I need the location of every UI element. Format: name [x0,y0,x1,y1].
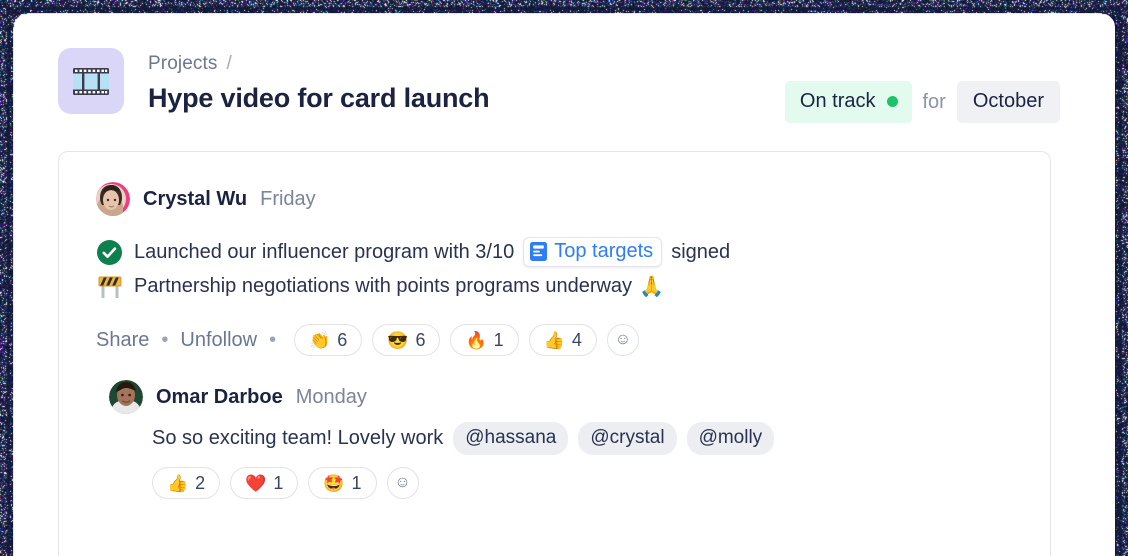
breadcrumb-separator: / [226,53,231,74]
author-timestamp: Friday [260,188,316,211]
pray-emoji: 🙏 [639,274,664,299]
update-author-row: Crystal Wu Friday [96,182,316,216]
document-link-label: Top targets [554,240,653,263]
reaction-count: 4 [572,330,582,351]
add-reaction-button[interactable]: ☺ [387,467,419,499]
page-header: Projects / Hype video for card launch On … [13,13,1115,148]
update-actions-row: Share • Unfollow • 👏 6 😎 6 🔥 1 👍 4 ☺ [96,324,639,356]
green-check-icon [96,239,123,266]
thumbsup-icon: 👍 [544,332,565,349]
thumbsup-reaction[interactable]: 👍 2 [152,467,220,499]
status-area: On track for October [785,81,1060,123]
document-link-chip[interactable]: Top targets [523,237,662,267]
status-for-label: for [921,91,948,114]
heart-reaction[interactable]: ❤️ 1 [230,467,298,499]
author-name: Crystal Wu [143,188,247,211]
unfollow-link[interactable]: Unfollow [180,329,257,352]
fire-icon: 🔥 [465,332,486,349]
avatar[interactable] [96,182,130,216]
project-film-icon[interactable] [58,48,124,114]
update-line: Launched our influencer program with 3/1… [96,237,730,267]
breadcrumb: Projects / [148,53,232,75]
status-badge[interactable]: On track [785,81,912,123]
update-line: Partnership negotiations with points pro… [96,273,664,300]
reply-author-name: Omar Darboe [156,386,283,409]
update-line-text: Partnership negotiations with points pro… [134,274,664,299]
app-window: Projects / Hype video for card launch On … [13,13,1115,556]
mention-chip[interactable]: @crystal [578,422,676,455]
update-line-text-before: Launched our influencer program with 3/1… [134,241,514,264]
mention-chip[interactable]: @molly [687,422,775,455]
star-struck-reaction[interactable]: 🤩 1 [308,467,376,499]
action-separator: • [269,330,276,350]
document-icon [530,242,547,261]
sunglasses-icon: 😎 [387,332,408,349]
status-dot-icon [887,96,898,107]
reaction-count: 6 [415,330,425,351]
breadcrumb-item-projects[interactable]: Projects [148,53,217,74]
period-badge[interactable]: October [957,81,1060,123]
mention-chip[interactable]: @hassana [453,422,568,455]
avatar[interactable] [109,380,143,414]
update-line-text-after: signed [671,241,730,264]
sunglasses-reaction[interactable]: 😎 6 [372,324,440,356]
action-separator: • [161,330,168,350]
reaction-count: 1 [494,330,504,351]
reply-timestamp: Monday [296,386,367,409]
update-line-text-before: Partnership negotiations with points pro… [134,275,632,298]
clap-icon: 👏 [309,332,330,349]
reaction-count: 6 [337,330,347,351]
construction-barrier-icon [96,273,123,300]
reaction-count: 1 [352,473,362,494]
status-badge-label: On track [800,90,876,113]
clap-reaction[interactable]: 👏 6 [294,324,362,356]
thumbsup-icon: 👍 [167,475,188,492]
star-struck-icon: 🤩 [323,475,344,492]
reply-author-row: Omar Darboe Monday [109,380,367,414]
reaction-count: 1 [273,473,283,494]
thumbsup-reaction[interactable]: 👍 4 [529,324,597,356]
share-link[interactable]: Share [96,329,149,352]
reaction-count: 2 [195,473,205,494]
add-reaction-button[interactable]: ☺ [607,324,639,356]
reply-body: So so exciting team! Lovely work @hassan… [152,422,774,455]
update-line-text: Launched our influencer program with 3/1… [134,237,730,267]
page-title: Hype video for card launch [148,83,489,114]
feed-panel: Crystal Wu Friday Launched our influence… [58,151,1051,556]
fire-reaction[interactable]: 🔥 1 [450,324,518,356]
reaction-row: 👏 6 😎 6 🔥 1 👍 4 ☺ [294,324,639,356]
reply-text: So so exciting team! Lovely work [152,427,443,450]
reply-reaction-row: 👍 2 ❤️ 1 🤩 1 ☺ [152,467,419,499]
heart-icon: ❤️ [245,475,266,492]
